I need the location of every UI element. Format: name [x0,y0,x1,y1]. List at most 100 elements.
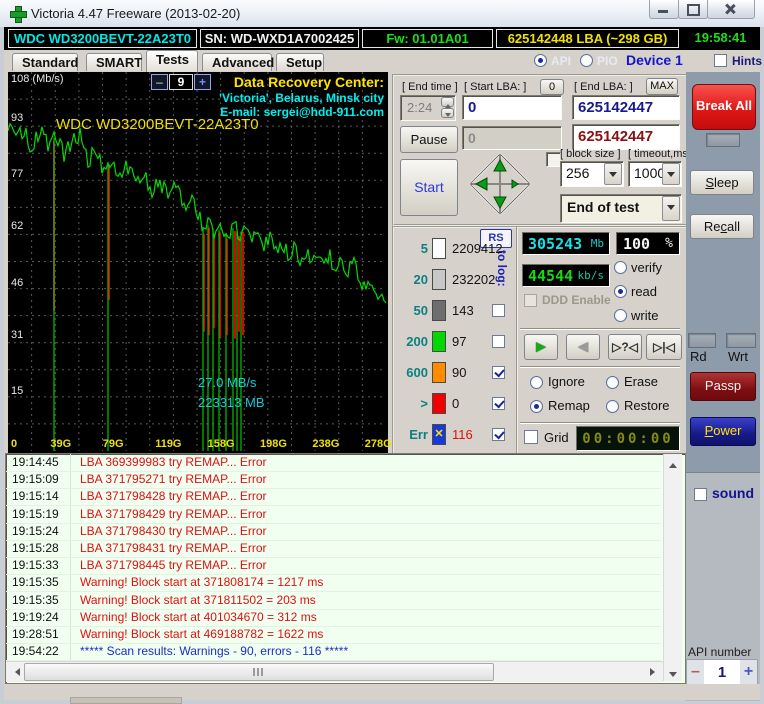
dpad-checkbox[interactable] [546,152,561,167]
end-time-down-arrow[interactable] [441,108,454,118]
graph-zoom-in-button[interactable]: + [194,74,211,90]
end-time-up-arrow[interactable] [441,97,454,108]
latency-log-checkbox-200[interactable] [492,335,505,348]
log-row[interactable]: 19:15:35 Warning! Block start at 37180817… [6,574,661,593]
tab-smart[interactable]: SMART [86,53,142,71]
step-back-button[interactable]: ◄ [566,334,600,360]
log-row[interactable]: 19:15:35 Warning! Block start at 37181150… [6,592,661,610]
log-row[interactable]: 19:15:14 LBA 371798428 try REMAP... Error [6,488,661,507]
restore-radio[interactable] [606,400,619,413]
minimize-button[interactable] [649,0,679,19]
brand-line-1: Data Recovery Center: [233,74,384,90]
grid-checkbox[interactable] [524,430,538,444]
latency-panel: RS to log: 5 2209412 20 232202 50 143 200 97 600… [392,226,518,456]
log-hscroll-right-button[interactable] [644,662,661,682]
remap-radio[interactable] [530,400,543,413]
pio-radio[interactable] [580,54,593,67]
log-row[interactable]: 19:15:09 LBA 371795271 try REMAP... Error [6,471,661,490]
log-vscroll-down-button[interactable] [664,665,682,681]
latency-log-checkbox->[interactable] [492,397,505,410]
passp-button[interactable]: Passp [690,372,756,401]
skip-end-button[interactable]: ▷|◁ [646,334,682,360]
api-number-label: API number [688,645,752,659]
timeout-dropdown[interactable]: 1000 [628,161,682,187]
latency-log-checkbox-50[interactable] [492,304,505,317]
log-row[interactable]: 19:14:45 LBA 369399983 try REMAP... Error [6,454,661,472]
latency-count-20: 232202 [452,272,496,287]
drive-firmware: Fw: 01.01A01 [362,29,493,48]
end-action-dropdown[interactable]: End of test [560,194,682,223]
log-vscroll-up-button[interactable] [664,454,682,470]
tab-advanced[interactable]: Advanced [202,53,274,71]
end-lba-input[interactable]: 625142447 [572,95,680,120]
log-row[interactable]: 19:19:24 Warning! Block start at 40103467… [6,609,661,627]
tab-tests[interactable]: Tests [146,50,198,72]
log-row[interactable]: 19:28:51 Warning! Block start at 46918878… [6,626,661,644]
cursor-position-readout: 223313 MB [198,395,265,410]
close-icon [724,3,736,15]
end-time-value: 2:24 [407,100,433,115]
end-time-spinner[interactable]: 2:24 [400,95,456,121]
elapsed-timer-value: 00:00:00 [582,430,674,447]
sound-checkbox[interactable] [694,488,707,501]
log-hscroll-thumb[interactable] [24,663,494,681]
start-lba-input[interactable]: 0 [462,95,562,120]
maximize-button[interactable] [678,0,708,19]
block-size-dropdown-arrow[interactable] [604,163,622,185]
read-radio[interactable] [614,285,627,298]
log-row[interactable]: 19:15:28 LBA 371798431 try REMAP... Error [6,540,661,558]
latency-log-checkbox-600[interactable] [492,366,505,379]
recall-button[interactable]: Recall [690,214,754,239]
timeout-dropdown-arrow[interactable] [662,163,680,185]
latency-log-checkbox-Err[interactable] [492,428,505,441]
api-number-minus[interactable]: – [687,660,704,686]
write-radio[interactable] [614,309,627,322]
block-size-dropdown[interactable]: 256 [560,161,624,187]
ignore-radio[interactable] [530,376,543,389]
api-radio[interactable] [534,54,547,67]
log-hscroll-left-button[interactable] [6,662,23,682]
log-message: LBA 371795271 try REMAP... Error [80,472,267,487]
hints-checkbox[interactable] [714,54,727,67]
log-row[interactable]: 19:15:19 LBA 371798429 try REMAP... Error [6,506,661,524]
power-button[interactable]: Power [690,417,756,446]
play-button[interactable]: ► [524,334,558,360]
graph-zoom-out-button[interactable]: – [151,74,168,90]
log-list[interactable]: 19:14:45 LBA 369399983 try REMAP... Error… [6,454,663,661]
percent-unit: % [665,236,673,251]
skip-question-button[interactable]: ▷?◁ [608,334,642,360]
graph-drive-label: WDC WD3200BEVT-22A23T0 [56,116,259,133]
latency-count->: 0 [452,396,460,411]
latency-swatch-600 [432,362,446,383]
clock: 19:58:41 [682,29,759,46]
rd-label: Rd [690,349,707,364]
device-label: Device 1 [626,52,683,68]
timeout-label: [ timeout,ms ] [628,148,695,160]
api-number-plus[interactable]: + [740,660,757,686]
start-button[interactable]: Start [400,159,458,216]
break-all-button[interactable]: Break All [692,84,756,130]
log-time: 19:15:35 [12,575,59,590]
end-lba-max-button[interactable]: MAX [646,78,678,95]
log-hscrollbar[interactable] [6,661,663,682]
log-row[interactable]: 19:54:22 ***** Scan results: Warnings - 9… [6,643,661,661]
start-lba-zero-button[interactable]: 0 [540,79,564,95]
x-axis-label-198G: 198G [260,438,287,450]
sleep-button[interactable]: Sleep [690,170,754,195]
log-row[interactable]: 19:15:24 LBA 371798430 try REMAP... Error [6,523,661,541]
erase-radio[interactable] [606,376,619,389]
write-led [726,333,756,348]
log-row[interactable]: 19:15:33 LBA 371798445 try REMAP... Error [6,557,661,576]
verify-radio[interactable] [614,261,627,274]
end-lba-display: 625142447 [572,124,680,150]
dpad-up-button[interactable] [468,152,532,216]
log-message: LBA 371798445 try REMAP... Error [80,558,267,573]
log-vscrollbar[interactable] [663,454,682,681]
title-bar[interactable]: Victoria 4.47 Freeware (2013-02-20) [0,0,764,28]
close-button[interactable] [707,0,755,19]
tab-standard[interactable]: Standard [12,53,78,71]
ddd-enable-checkbox[interactable] [524,294,537,307]
pause-button[interactable]: Pause [400,126,458,153]
end-action-dropdown-arrow[interactable] [662,196,680,221]
tab-setup[interactable]: Setup [276,53,324,71]
